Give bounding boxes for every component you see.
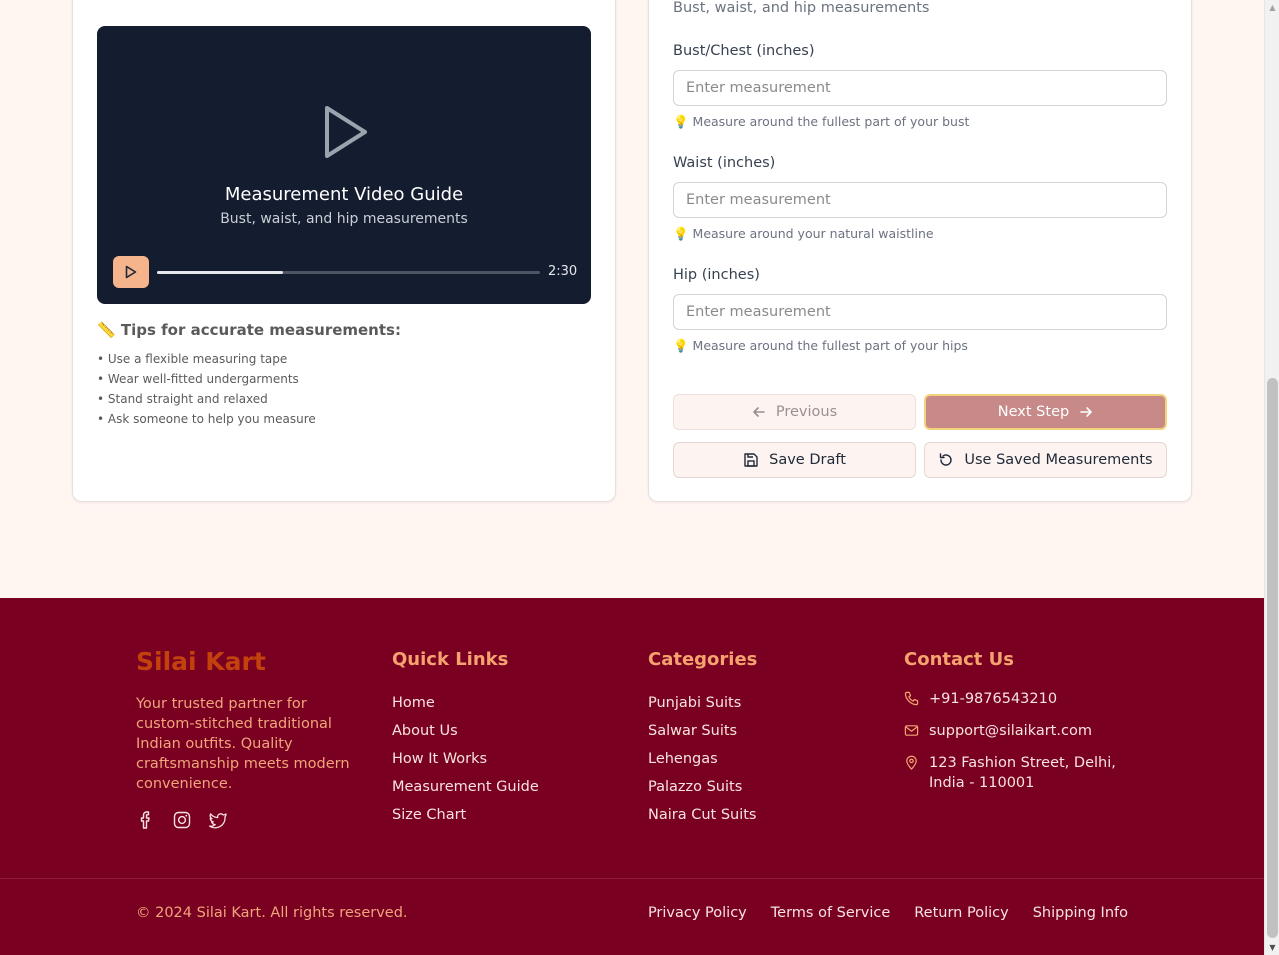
measurement-form-card: Bust, waist, and hip measurements Bust/C… [648,0,1192,502]
footer-brand[interactable]: Silai Kart [136,647,266,676]
contact-phone-text: +91-9876543210 [929,691,1058,707]
save-draft-label: Save Draft [769,452,846,468]
play-icon [125,265,137,279]
category-link[interactable]: Salwar Suits [648,717,757,745]
categories-column: Categories Punjabi Suits Salwar Suits Le… [648,649,757,829]
twitter-icon[interactable] [208,810,228,830]
video-play-button[interactable] [113,256,149,288]
facebook-icon[interactable] [136,810,156,830]
category-link[interactable]: Palazzo Suits [648,773,757,801]
quick-links-heading: Quick Links [392,649,509,670]
categories-heading: Categories [648,649,758,670]
copyright: © 2024 Silai Kart. All rights reserved. [136,905,408,921]
save-icon [744,453,758,467]
previous-label: Previous [775,404,838,420]
rotate-ccw-icon [940,453,953,466]
contact-email-text: support@silaikart.com [929,723,1092,739]
tip-item: • Wear well-fitted undergarments [97,372,299,386]
video-subtitle: Bust, waist, and hip measurements [220,211,468,227]
bust-hint: 💡 Measure around the fullest part of you… [673,114,970,129]
tip-item: • Stand straight and relaxed [97,392,268,406]
contact-heading: Contact Us [904,649,1015,670]
category-link[interactable]: Punjabi Suits [648,689,757,717]
bust-input[interactable] [673,70,1167,106]
map-pin-icon [906,755,917,770]
scroll-up-arrow-icon[interactable]: ▲ [1265,0,1279,15]
previous-button[interactable]: Previous [673,394,916,430]
footer-description: Your trusted partner for custom-stitched… [136,696,350,792]
phone-icon [904,691,919,706]
tips-list: • Use a flexible measuring tape • Wear w… [97,349,577,429]
mail-icon [904,725,919,736]
footer-link-home[interactable]: Home [392,689,539,717]
shipping-info-link[interactable]: Shipping Info [1033,905,1128,921]
category-link[interactable]: Lehengas [648,745,757,773]
hip-label: Hip (inches) [673,267,760,283]
video-title: Measurement Video Guide [224,184,464,205]
terms-of-service-link[interactable]: Terms of Service [771,905,890,921]
quick-links-column: Quick Links Home About Us How It Works M… [392,649,539,829]
hip-input[interactable] [673,294,1167,330]
use-saved-measurements-button[interactable]: Use Saved Measurements [924,442,1167,478]
next-step-button[interactable]: Next Step [924,394,1167,430]
social-links [136,810,228,830]
tip-item: • Ask someone to help you measure [97,412,316,426]
arrow-right-icon [1080,407,1093,417]
waist-input[interactable] [673,182,1167,218]
footer-divider [0,878,1264,879]
tips-heading: 📏 Tips for accurate measurements: [97,321,401,339]
video-player[interactable]: Measurement Video Guide Bust, waist, and… [97,26,591,304]
privacy-policy-link[interactable]: Privacy Policy [648,905,747,921]
footer-link-how-it-works[interactable]: How It Works [392,745,539,773]
waist-hint: 💡 Measure around your natural waistline [673,226,934,241]
measurement-tips: 📏 Tips for accurate measurements: • Use … [97,321,577,429]
site-footer: Silai Kart Your trusted partner for cust… [0,598,1264,955]
category-link[interactable]: Naira Cut Suits [648,801,757,829]
hip-hint: 💡 Measure around the fullest part of you… [673,338,968,353]
video-progress-fill [157,271,284,274]
use-saved-label: Use Saved Measurements [964,452,1153,468]
contact-email[interactable]: support@silaikart.com [904,721,1124,741]
footer-link-about[interactable]: About Us [392,717,539,745]
contact-column: Contact Us +91-9876543210 support@silaik… [904,649,1124,805]
arrow-left-icon [753,407,765,417]
legal-links: Privacy Policy Terms of Service Return P… [648,905,1128,921]
scroll-down-arrow-icon[interactable]: ▼ [1265,940,1279,955]
scrollbar-thumb[interactable] [1267,378,1278,938]
page-scrollbar[interactable]: ▲ ▼ [1264,0,1279,955]
return-policy-link[interactable]: Return Policy [914,905,1008,921]
video-duration: 2:30 [548,264,578,279]
next-label: Next Step [997,404,1070,420]
contact-phone[interactable]: +91-9876543210 [904,689,1124,709]
play-icon[interactable] [323,104,369,160]
tip-item: • Use a flexible measuring tape [97,352,288,366]
save-draft-button[interactable]: Save Draft [673,442,916,478]
video-guide-card: Measurement Video Guide Bust, waist, and… [72,0,616,502]
footer-link-size-chart[interactable]: Size Chart [392,801,539,829]
footer-link-measurement-guide[interactable]: Measurement Guide [392,773,539,801]
video-progress-bar[interactable] [157,271,540,274]
contact-address: 123 Fashion Street, Delhi, India - 11000… [904,753,1124,793]
instagram-icon[interactable] [172,810,192,830]
bust-label: Bust/Chest (inches) [673,43,815,59]
section-subtitle: Bust, waist, and hip measurements [673,0,930,16]
waist-label: Waist (inches) [673,155,776,171]
contact-address-text: 123 Fashion Street, Delhi, India - 11000… [929,755,1116,791]
